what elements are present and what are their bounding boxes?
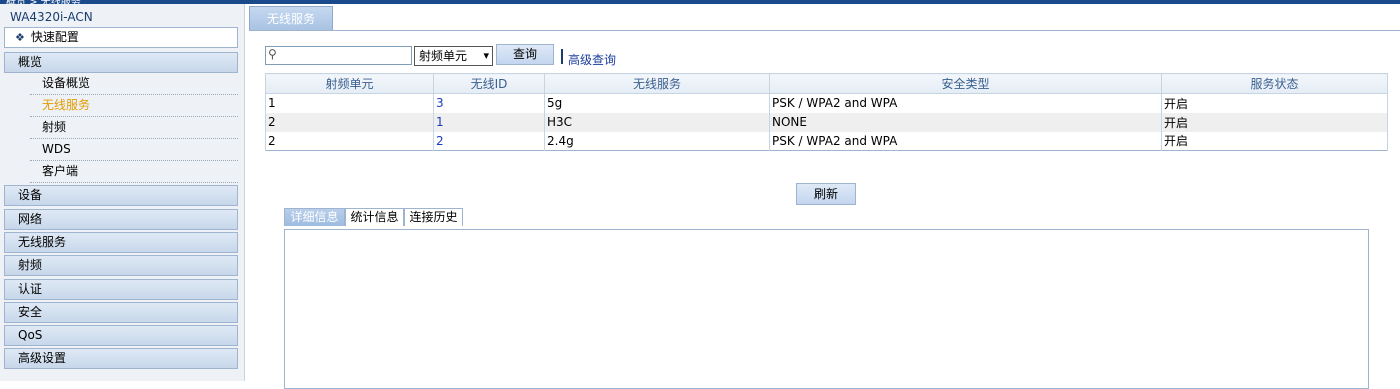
table-header-row: 射频单元 无线ID 无线服务 安全类型 服务状态 <box>265 73 1388 94</box>
tab-statistics[interactable]: 统计信息 <box>345 208 404 226</box>
cell-radio-unit: 2 <box>265 112 434 132</box>
nav-group-network[interactable]: 网络 <box>4 209 238 230</box>
tab-wireless-service[interactable]: 无线服务 <box>249 6 333 31</box>
nav-group-wireless-service[interactable]: 无线服务 <box>4 232 238 253</box>
diamond-icon: ❖ <box>15 31 25 44</box>
cell-wireless-service: 5g <box>544 93 770 113</box>
nav-item-wireless-service[interactable]: 无线服务 <box>30 95 238 117</box>
nav-item-radio[interactable]: 射频 <box>30 117 238 139</box>
cell-wireless-service: H3C <box>544 112 770 132</box>
cell-wireless-service: 2.4g <box>544 131 770 151</box>
device-name: WA4320i-ACN <box>10 10 93 24</box>
search-box[interactable]: ⚲ <box>265 46 412 65</box>
table-row[interactable]: 2 1 H3C NONE 开启 <box>265 112 1388 132</box>
quick-config-label: 快速配置 <box>30 30 79 44</box>
query-button[interactable]: 查询 <box>496 44 554 65</box>
separator <box>561 49 563 64</box>
cell-service-status: 开启 <box>1161 131 1388 151</box>
column-header-radio-unit[interactable]: 射频单元 <box>265 73 434 94</box>
tab-divider <box>249 30 1400 31</box>
tab-connection-history[interactable]: 连接历史 <box>404 208 463 226</box>
search-input[interactable] <box>282 48 410 63</box>
filter-select[interactable]: 射频单元 ▾ <box>414 46 493 66</box>
nav-group-qos[interactable]: QoS <box>4 325 238 346</box>
nav-group-overview[interactable]: 概览 <box>4 52 238 73</box>
wireless-service-table: 射频单元 无线ID 无线服务 安全类型 服务状态 1 3 5g PSK / WP… <box>265 73 1388 151</box>
filter-select-value: 射频单元 <box>419 49 468 63</box>
nav-group-advanced[interactable]: 高级设置 <box>4 348 238 369</box>
tab-detail-info[interactable]: 详细信息 <box>284 208 345 226</box>
cell-wireless-id-link[interactable]: 3 <box>433 93 545 113</box>
column-header-wireless-service[interactable]: 无线服务 <box>544 73 770 94</box>
detail-panel <box>284 229 1369 389</box>
cell-security-type: PSK / WPA2 and WPA <box>769 93 1162 113</box>
cell-wireless-id-link[interactable]: 1 <box>433 112 545 132</box>
column-header-service-status[interactable]: 服务状态 <box>1161 73 1388 94</box>
advanced-query-link[interactable]: 高级查询 <box>568 51 616 68</box>
refresh-button[interactable]: 刷新 <box>796 183 856 205</box>
nav-group-radio[interactable]: 射频 <box>4 255 238 276</box>
table-row[interactable]: 1 3 5g PSK / WPA2 and WPA 开启 <box>265 93 1388 113</box>
nav-item-device-overview[interactable]: 设备概览 <box>30 73 238 95</box>
cell-security-type: NONE <box>769 112 1162 132</box>
column-header-wireless-id[interactable]: 无线ID <box>433 73 545 94</box>
nav-item-wds[interactable]: WDS <box>30 139 238 161</box>
cell-radio-unit: 1 <box>265 93 434 113</box>
cell-wireless-id-link[interactable]: 2 <box>433 131 545 151</box>
cell-service-status: 开启 <box>1161 112 1388 132</box>
nav-item-client[interactable]: 客户端 <box>30 161 238 183</box>
nav-group-security[interactable]: 安全 <box>4 302 238 323</box>
cell-service-status: 开启 <box>1161 93 1388 113</box>
cell-security-type: PSK / WPA2 and WPA <box>769 131 1162 151</box>
column-header-security-type[interactable]: 安全类型 <box>769 73 1162 94</box>
nav-group-auth[interactable]: 认证 <box>4 279 238 300</box>
chevron-down-icon: ▾ <box>483 49 489 62</box>
table-row[interactable]: 2 2 2.4g PSK / WPA2 and WPA 开启 <box>265 131 1388 151</box>
sidebar: WA4320i-ACN ❖ 快速配置 概览 设备概览 无线服务 射频 WDS 客户… <box>0 4 245 381</box>
quick-config-button[interactable]: ❖ 快速配置 <box>4 27 238 48</box>
nav-group-device[interactable]: 设备 <box>4 185 238 206</box>
search-icon: ⚲ <box>268 47 277 61</box>
cell-radio-unit: 2 <box>265 131 434 151</box>
